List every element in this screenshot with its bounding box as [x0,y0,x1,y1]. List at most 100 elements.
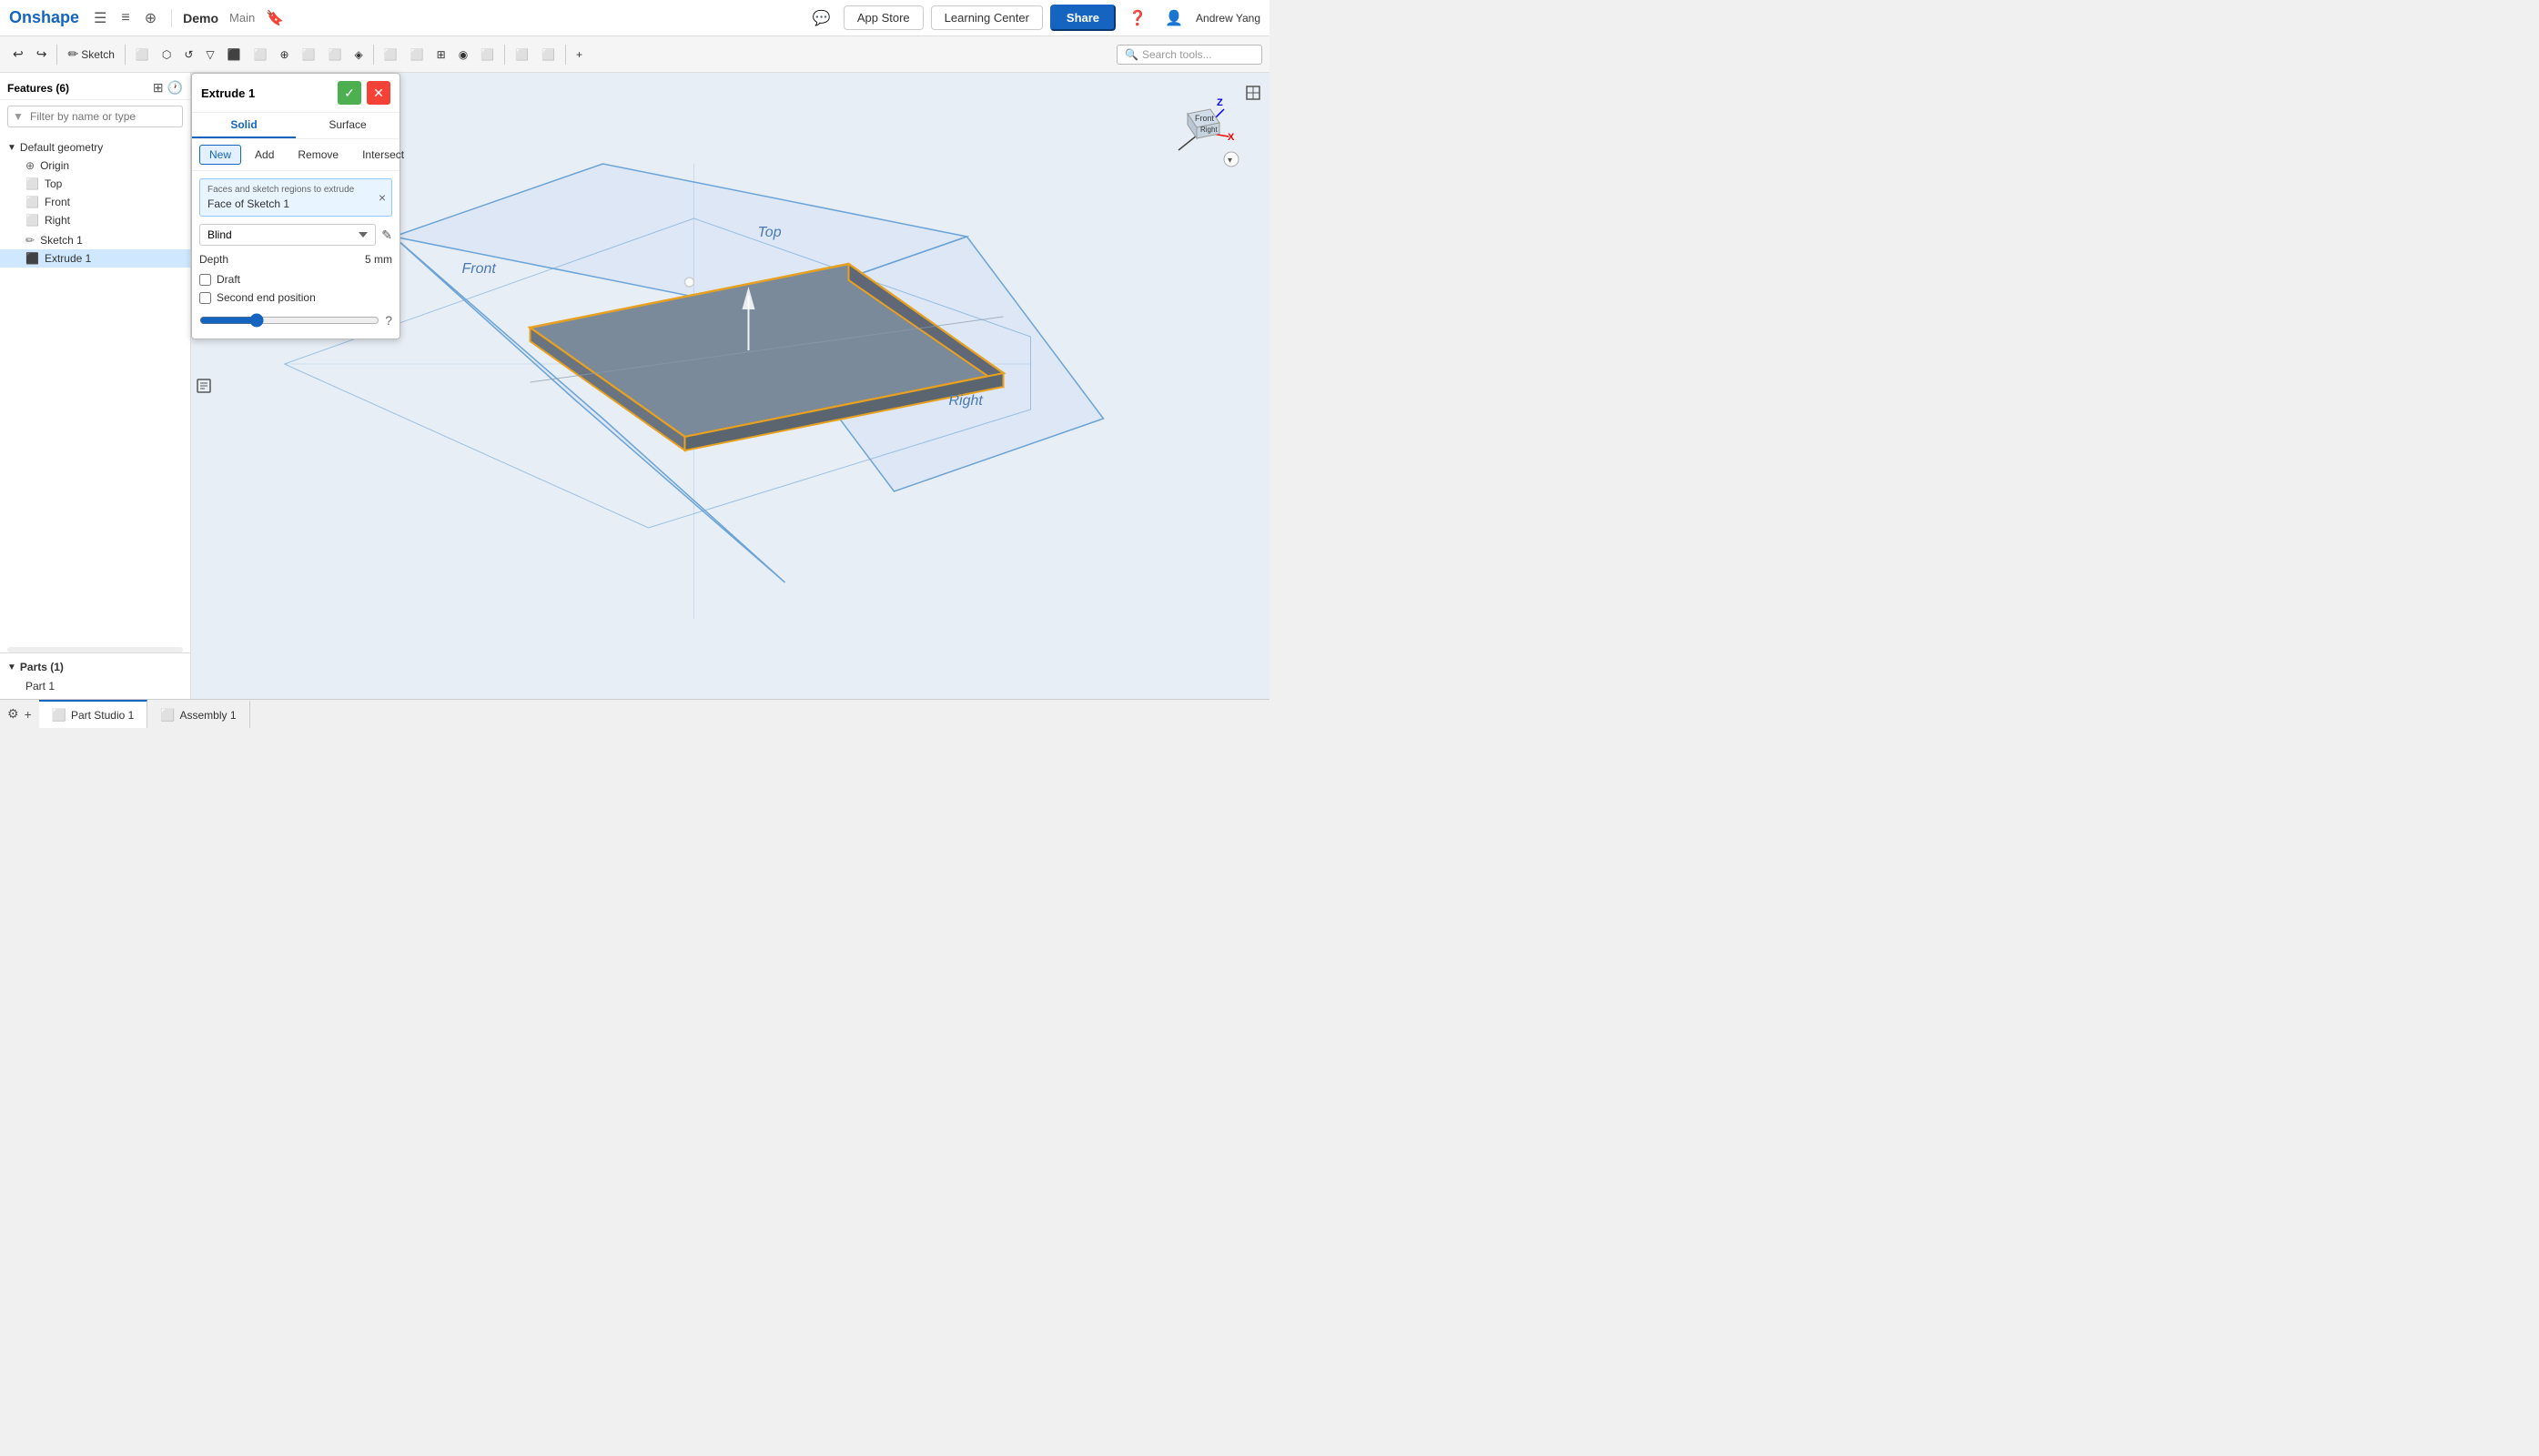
tool-1[interactable]: ⬜ [130,45,155,65]
svg-text:Right: Right [1200,126,1218,134]
part-item-1[interactable]: Part 1 [0,677,190,695]
add-tab-icon[interactable]: + [25,707,32,722]
part-1-label: Part 1 [25,680,55,693]
tool-13[interactable]: ⊞ [431,45,451,65]
tool-5[interactable]: ⬛ [222,45,247,65]
tool-2[interactable]: ⬡ [157,45,177,65]
chevron-down-icon: ▼ [7,143,16,153]
redo-button[interactable]: ↪ [31,43,53,66]
feature-item-front[interactable]: ⬜ Front [0,193,190,211]
help-icon[interactable]: ❓ [1123,4,1152,33]
tool-18[interactable]: + [571,45,588,65]
top-label: Top [758,225,782,240]
tab-surface[interactable]: Surface [296,113,400,138]
tool-12[interactable]: ⬜ [405,45,430,65]
depth-value[interactable]: 5 mm [365,253,392,266]
tool-6[interactable]: ⬜ [248,45,273,65]
nav-separator [171,9,172,27]
help-icon[interactable]: ? [385,313,392,328]
draft-row: Draft [199,273,392,286]
subtab-intersect[interactable]: Intersect [352,145,414,165]
tool-13-icon: ⊞ [437,48,446,61]
extrude-tabs: Solid Surface [192,113,400,139]
search-placeholder: Search tools... [1142,48,1212,61]
sketch-icon: ✏ [25,234,35,247]
tool-10[interactable]: ◈ [349,45,369,65]
doc-title[interactable]: Demo [183,11,218,25]
feature-item-right[interactable]: ⬜ Right [0,211,190,229]
depth-slider[interactable] [199,313,379,328]
app-store-button[interactable]: App Store [844,5,924,30]
extrude-confirm-button[interactable]: ✓ [338,81,361,105]
measurements-icon[interactable] [1240,80,1266,106]
filter-input[interactable] [7,106,183,127]
search-tools-box[interactable]: 🔍 Search tools... [1117,45,1262,65]
tool-16[interactable]: ⬜ [510,45,534,65]
second-end-checkbox[interactable] [199,292,211,304]
subtab-new[interactable]: New [199,145,241,165]
tool-11[interactable]: ⬜ [379,45,403,65]
tool-15[interactable]: ⬜ [475,45,500,65]
tool-3[interactable]: ↺ [178,45,198,65]
tool-8[interactable]: ⬜ [297,45,321,65]
tool-7[interactable]: ⊕ [275,45,295,65]
parts-header[interactable]: ▼ Parts (1) [0,657,190,677]
notes-icon[interactable] [191,373,217,399]
depth-type-select[interactable]: Blind [199,224,376,246]
undo-button[interactable]: ↩ [7,43,29,66]
feature-item-sketch1[interactable]: ✏ Sketch 1 [0,231,190,249]
hamburger-icon[interactable]: ☰ [90,7,110,29]
view-cube[interactable]: Z X Front Right ▾ [1160,91,1233,164]
default-geometry-label: Default geometry [20,141,103,154]
logo[interactable]: Onshape [9,8,79,27]
right-label: Right [949,393,984,409]
left-panel: Features (6) ⊞ 🕐 ▼ ▼ Default geometry ⊕ … [0,73,191,699]
chat-icon[interactable]: 💬 [807,4,836,33]
slider-row: ? [199,309,392,331]
remove-label: Remove [298,148,339,161]
tool-17[interactable]: ⬜ [536,45,561,65]
tab-solid[interactable]: Solid [192,113,296,138]
tool-9[interactable]: ⬜ [323,45,348,65]
add-feature-icon[interactable]: ⊕ [141,7,160,29]
user-name[interactable]: Andrew Yang [1196,12,1260,25]
feature-list-icon[interactable]: ≡ [117,8,133,28]
parts-section: ▼ Parts (1) Part 1 [0,652,190,699]
tool-14-icon: ◉ [459,48,468,61]
feature-item-extrude1[interactable]: ⬛ Extrude 1 [0,249,190,268]
feature-item-origin[interactable]: ⊕ Origin [0,157,190,175]
tool-4[interactable]: ▽ [200,45,219,65]
face-selector[interactable]: Faces and sketch regions to extrude Face… [199,178,392,217]
user-avatar[interactable]: 👤 [1159,4,1189,33]
doc-options-icon[interactable]: 🔖 [262,7,288,29]
history-icon[interactable]: 🕐 [167,80,183,96]
tab-part-studio[interactable]: ⬜ Part Studio 1 [39,700,148,728]
sketch-button[interactable]: ✏ Sketch [62,43,119,66]
share-button[interactable]: Share [1050,5,1116,31]
tool-2-icon: ⬡ [162,48,171,61]
settings-icon[interactable]: ⚙ [7,706,19,722]
tool-18-icon: + [576,48,582,61]
extrude-cancel-button[interactable]: ✕ [367,81,390,105]
face-clear-icon[interactable]: × [379,190,386,205]
extrude-icon: ⬛ [25,252,39,265]
svg-text:Z: Z [1217,97,1223,108]
add-feature-icon[interactable]: ⊞ [153,80,164,96]
tool-14[interactable]: ◉ [453,45,473,65]
edit-depth-icon[interactable]: ✎ [381,228,392,243]
origin-label: Origin [40,159,69,172]
tool-15-icon: ⬜ [480,48,494,61]
svg-text:Front: Front [1195,114,1215,123]
default-geometry-header[interactable]: ▼ Default geometry [0,138,190,157]
tool-3-icon: ↺ [184,48,193,61]
subtab-add[interactable]: Add [245,145,284,165]
feature-item-top[interactable]: ⬜ Top [0,175,190,193]
blind-row: Blind ✎ [199,224,392,246]
learning-center-button[interactable]: Learning Center [931,5,1043,30]
draft-checkbox[interactable] [199,274,211,286]
extrude-title: Extrude 1 [201,86,332,100]
subtab-remove[interactable]: Remove [288,145,349,165]
side-tools [1237,73,1270,113]
tab-assembly[interactable]: ⬜ Assembly 1 [147,700,249,728]
tool-11-icon: ⬜ [384,48,398,61]
